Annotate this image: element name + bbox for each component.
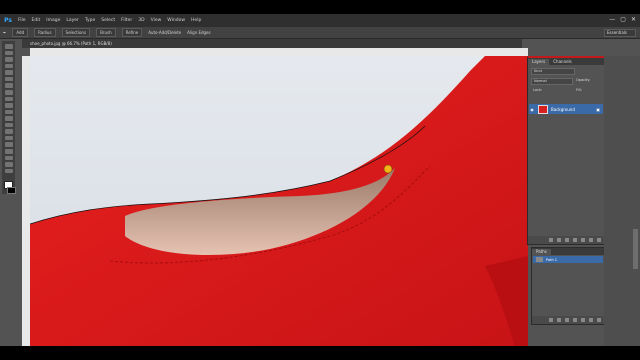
type-tool-icon[interactable] <box>4 142 13 147</box>
options-bar: ✒ Add Radius Selections Brush Refine Aut… <box>0 27 640 39</box>
radius-field[interactable]: Radius <box>34 28 56 37</box>
zoom-tool-icon[interactable] <box>4 168 13 174</box>
eyedropper-tool-icon[interactable] <box>4 76 13 82</box>
tools-panel <box>2 41 16 194</box>
workspace-select[interactable]: Essentials <box>604 29 636 37</box>
menu-layer[interactable]: Layer <box>66 18 79 23</box>
blur-tool-icon[interactable] <box>4 122 13 128</box>
document-canvas[interactable] <box>30 56 528 346</box>
refine-button[interactable]: Refine <box>121 28 143 37</box>
letterbox-top <box>0 0 640 14</box>
make-path-icon[interactable] <box>573 318 577 322</box>
move-tool-icon[interactable] <box>4 44 13 49</box>
crop-tool-icon[interactable] <box>4 70 13 75</box>
photoshop-logo: Ps <box>4 17 12 24</box>
healing-tool-icon[interactable] <box>4 83 13 88</box>
quick-select-tool-icon[interactable] <box>4 63 13 69</box>
align-edges-checkbox[interactable]: Align Edges <box>187 30 210 35</box>
selections-button[interactable]: Selections <box>61 28 91 37</box>
layer-row-background[interactable]: ◉ Background ▣ <box>529 104 603 114</box>
pen-tool-icon[interactable] <box>4 135 13 141</box>
close-button[interactable]: ✕ <box>631 16 636 23</box>
menu-edit[interactable]: Edit <box>32 18 41 23</box>
stamp-tool-icon[interactable] <box>4 96 13 102</box>
path-thumbnail <box>536 257 543 262</box>
paths-panel: Paths Path 1 <box>531 247 605 325</box>
menu-type[interactable]: Type <box>85 18 95 23</box>
vertical-scrollbar[interactable] <box>633 229 638 269</box>
lock-icon: ▣ <box>596 106 600 112</box>
maximize-button[interactable]: ▢ <box>620 16 626 23</box>
adjustment-icon[interactable] <box>573 238 577 242</box>
menu-file[interactable]: File <box>18 18 26 23</box>
new-layer-icon[interactable] <box>589 238 593 242</box>
dodge-tool-icon[interactable] <box>4 129 13 134</box>
mode-select[interactable]: Add <box>12 28 29 37</box>
right-dock <box>604 56 640 346</box>
mask-icon[interactable] <box>581 318 585 322</box>
layer-thumbnail <box>538 104 548 114</box>
trash-icon[interactable] <box>597 318 601 322</box>
history-brush-icon[interactable] <box>4 103 13 108</box>
blend-mode-select[interactable]: Normal <box>531 78 573 85</box>
layers-panel: Layers Channels Kind Normal Opacity: Loc… <box>527 56 605 245</box>
photoshop-window: Ps File Edit Image Layer Type Select Fil… <box>0 14 640 346</box>
brush-button[interactable]: Brush <box>96 28 116 37</box>
load-selection-icon[interactable] <box>565 318 569 322</box>
layers-footer <box>528 236 604 244</box>
menu-window[interactable]: Window <box>167 18 185 23</box>
menu-3d[interactable]: 3D <box>138 18 144 23</box>
hand-tool-icon[interactable] <box>4 162 13 167</box>
layer-name: Background <box>551 106 575 112</box>
path-row[interactable]: Path 1 <box>533 256 603 263</box>
pen-tool-icon[interactable]: ✒ <box>3 30 6 35</box>
fill-path-icon[interactable] <box>549 318 553 322</box>
eye-icon[interactable]: ◉ <box>529 107 535 112</box>
path-name: Path 1 <box>546 257 558 262</box>
trash-icon[interactable] <box>597 238 601 242</box>
shape-tool-icon[interactable] <box>4 155 13 161</box>
lasso-tool-icon[interactable] <box>4 57 13 62</box>
paths-footer <box>532 316 604 324</box>
tab-channels[interactable]: Channels <box>549 59 576 65</box>
menu-bar: Ps File Edit Image Layer Type Select Fil… <box>0 14 640 27</box>
menu-help[interactable]: Help <box>191 18 201 23</box>
marquee-tool-icon[interactable] <box>4 50 13 56</box>
minimize-button[interactable]: — <box>609 16 615 23</box>
stroke-path-icon[interactable] <box>557 318 561 322</box>
brush-tool-icon[interactable] <box>4 89 13 95</box>
menu-select[interactable]: Select <box>101 18 115 23</box>
auto-add-delete-checkbox[interactable]: Auto-Add/Delete <box>148 30 181 35</box>
letterbox-bottom <box>0 346 640 360</box>
link-icon[interactable] <box>549 238 553 242</box>
menu-filter[interactable]: Filter <box>121 18 132 23</box>
fx-icon[interactable] <box>557 238 561 242</box>
eraser-tool-icon[interactable] <box>4 109 13 115</box>
path-select-tool-icon[interactable] <box>4 149 13 154</box>
pen-cursor-icon <box>383 164 393 174</box>
lock-label: Lock: <box>533 88 543 92</box>
menu-view[interactable]: View <box>151 18 162 23</box>
background-color-swatch[interactable] <box>6 186 16 194</box>
shoe-photo <box>30 56 528 346</box>
gradient-tool-icon[interactable] <box>4 116 13 121</box>
folder-icon[interactable] <box>581 238 585 242</box>
mask-icon[interactable] <box>565 238 569 242</box>
tab-paths[interactable]: Paths <box>532 249 551 255</box>
document-tab[interactable]: shoe_photo.jpg @ 66.7% (Path 1, RGB/8) <box>22 39 522 48</box>
menu-image[interactable]: Image <box>46 18 60 23</box>
new-path-icon[interactable] <box>589 318 593 322</box>
tab-layers[interactable]: Layers <box>528 59 550 65</box>
fill-label: Fill: <box>576 88 582 92</box>
opacity-label: Opacity: <box>576 78 591 82</box>
kind-filter[interactable]: Kind <box>531 68 575 75</box>
